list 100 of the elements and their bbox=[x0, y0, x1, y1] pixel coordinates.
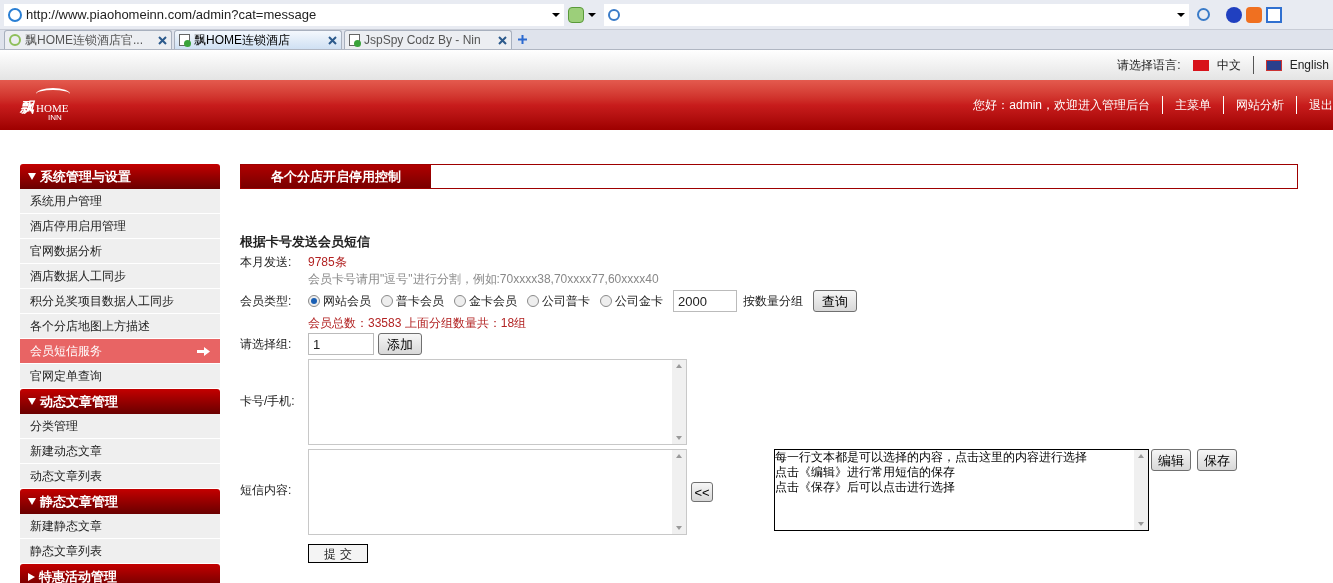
expanded-icon bbox=[28, 398, 36, 405]
close-icon[interactable] bbox=[328, 35, 337, 45]
menu-item[interactable]: 静态文章列表 bbox=[20, 539, 220, 564]
language-label: 请选择语言: bbox=[1117, 57, 1181, 74]
menu-group-title: 静态文章管理 bbox=[40, 492, 118, 511]
scroll-down-icon[interactable] bbox=[676, 526, 682, 530]
logo-sub: INN bbox=[48, 114, 62, 122]
flag-icon bbox=[1192, 59, 1209, 71]
menu-item[interactable]: 系统用户管理 bbox=[20, 189, 220, 214]
plus-icon[interactable] bbox=[518, 35, 527, 44]
radio-label: 金卡会员 bbox=[469, 293, 517, 310]
menu-group-title: 系统管理与设置 bbox=[40, 167, 131, 186]
menu-item[interactable]: 官网定单查询 bbox=[20, 364, 220, 389]
welcome-text: 您好：admin，欢迎进入管理后台 bbox=[973, 97, 1150, 114]
template-option[interactable]: 点击《编辑》进行常用短信的保存 bbox=[775, 465, 1134, 480]
scroll-up-icon[interactable] bbox=[1138, 454, 1144, 458]
radio-button[interactable] bbox=[454, 295, 466, 307]
page-icon bbox=[349, 34, 360, 46]
group-size-label: 按数量分组 bbox=[743, 293, 803, 310]
menu-item[interactable]: 新建静态文章 bbox=[20, 514, 220, 539]
form-label: 请选择组: bbox=[240, 336, 293, 353]
edit-button[interactable]: 编辑 bbox=[1151, 449, 1191, 471]
group-size-field[interactable]: 2000 bbox=[673, 290, 737, 312]
radio-label: 网站会员 bbox=[323, 293, 371, 310]
form-label: 短信内容: bbox=[240, 482, 293, 499]
radio-label: 公司金卡 bbox=[615, 293, 663, 310]
scroll-up-icon[interactable] bbox=[676, 364, 682, 368]
menu-group-header[interactable]: 动态文章管理 bbox=[20, 389, 220, 414]
menu-item[interactable]: 分类管理 bbox=[20, 414, 220, 439]
logo-mark: 飘 bbox=[20, 100, 34, 114]
header-link[interactable]: 退出 bbox=[1296, 96, 1333, 114]
scrollbar[interactable] bbox=[672, 450, 686, 534]
menu-group-header[interactable]: 系统管理与设置 bbox=[20, 164, 220, 189]
menu-group-header[interactable]: 静态文章管理 bbox=[20, 489, 220, 514]
section-tab[interactable]: 各个分店开启停用控制 bbox=[241, 165, 431, 188]
page-icon bbox=[179, 34, 190, 46]
collapsed-icon bbox=[28, 572, 35, 581]
dropdown-icon[interactable] bbox=[1177, 12, 1185, 17]
menu-item[interactable]: 官网数据分析 bbox=[20, 239, 220, 264]
form-label: 本月发送: bbox=[240, 254, 293, 271]
scrollbar[interactable] bbox=[672, 360, 686, 444]
browser-tab[interactable]: 飘HOME连锁酒店 bbox=[174, 30, 342, 49]
close-icon[interactable] bbox=[498, 35, 507, 45]
template-option[interactable]: 每一行文本都是可以选择的内容，点击这里的内容进行选择 bbox=[775, 450, 1134, 465]
menu-group-title: 动态文章管理 bbox=[40, 392, 118, 411]
radio-button[interactable] bbox=[600, 295, 612, 307]
search-field[interactable] bbox=[604, 3, 1189, 26]
menu-item[interactable]: 积分兑奖项目数据人工同步 bbox=[20, 289, 220, 314]
dropdown-icon[interactable] bbox=[588, 12, 596, 17]
menu-item[interactable]: 酒店数据人工同步 bbox=[20, 264, 220, 289]
scroll-up-icon[interactable] bbox=[676, 454, 682, 458]
sms-textarea[interactable] bbox=[308, 449, 687, 535]
query-button[interactable]: 查询 bbox=[813, 290, 857, 312]
total-text: 会员总数：33583 上面分组数量共：18组 bbox=[308, 315, 528, 331]
card-textarea[interactable] bbox=[308, 359, 687, 445]
radio-label: 普卡会员 bbox=[396, 293, 444, 310]
form-label: 卡号/手机: bbox=[240, 393, 296, 410]
dropdown-icon[interactable] bbox=[552, 12, 560, 17]
sent-count: 9785条 bbox=[308, 254, 348, 271]
save-button[interactable]: 保存 bbox=[1197, 449, 1237, 471]
radio-button[interactable] bbox=[381, 295, 393, 307]
menu-item[interactable]: 新建动态文章 bbox=[20, 439, 220, 464]
group-field[interactable]: 1 bbox=[308, 333, 374, 355]
scroll-down-icon[interactable] bbox=[1138, 522, 1144, 526]
browser-tab[interactable]: JspSpy Codz By - Nin bbox=[344, 30, 512, 49]
search-icon[interactable] bbox=[1197, 8, 1210, 21]
menu-item[interactable]: 酒店停用启用管理 bbox=[20, 214, 220, 239]
tab-title: JspSpy Codz By - Nin bbox=[364, 32, 482, 49]
template-option[interactable]: 点击《保存》后可以点击进行选择 bbox=[775, 480, 1134, 495]
expanded-icon bbox=[28, 498, 36, 505]
radio-button[interactable] bbox=[308, 295, 320, 307]
address-text: http://www.piaohomeinn.com/admin?cat=message bbox=[26, 5, 318, 24]
hint-text: 会员卡号请用"逗号"进行分割，例如:70xxxx38,70xxxx77,60xxxx40 bbox=[308, 271, 660, 287]
template-list[interactable]: 每一行文本都是可以选择的内容，点击这里的内容进行选择 点击《编辑》进行常用短信的保存 点击《保存》后可以点击进行选择 bbox=[774, 449, 1149, 531]
scrollbar[interactable] bbox=[1134, 450, 1148, 530]
tab-title: 飘HOME连锁酒店官... bbox=[25, 32, 144, 49]
loading-icon bbox=[9, 34, 21, 46]
address-field[interactable]: http://www.piaohomeinn.com/admin?cat=message bbox=[4, 3, 564, 26]
menu-group-header[interactable]: 特惠活动管理 bbox=[20, 564, 220, 583]
flag-icon bbox=[1265, 59, 1282, 71]
add-button[interactable]: 添加 bbox=[378, 333, 422, 355]
insert-button[interactable]: << bbox=[691, 482, 713, 502]
browser-tab[interactable]: 飘HOME连锁酒店官... bbox=[4, 30, 172, 49]
scroll-down-icon[interactable] bbox=[676, 436, 682, 440]
expanded-icon bbox=[28, 173, 36, 180]
logo-name: HOME bbox=[36, 103, 69, 114]
arrow-icon bbox=[197, 346, 210, 356]
language-link[interactable]: 中文 bbox=[1216, 56, 1241, 74]
form-label: 会员类型: bbox=[240, 293, 293, 310]
search-icon bbox=[608, 8, 620, 21]
header-link[interactable]: 主菜单 bbox=[1162, 96, 1211, 114]
menu-group-title: 特惠活动管理 bbox=[39, 567, 117, 583]
menu-item[interactable]: 各个分店地图上方描述 bbox=[20, 314, 220, 339]
language-link[interactable]: English bbox=[1289, 56, 1329, 74]
menu-item[interactable]: 动态文章列表 bbox=[20, 464, 220, 489]
radio-button[interactable] bbox=[527, 295, 539, 307]
close-icon[interactable] bbox=[158, 35, 167, 45]
submit-button[interactable]: 提 交 bbox=[308, 544, 368, 563]
tab-title: 飘HOME连锁酒店 bbox=[194, 32, 291, 49]
header-link[interactable]: 网站分析 bbox=[1223, 96, 1284, 114]
